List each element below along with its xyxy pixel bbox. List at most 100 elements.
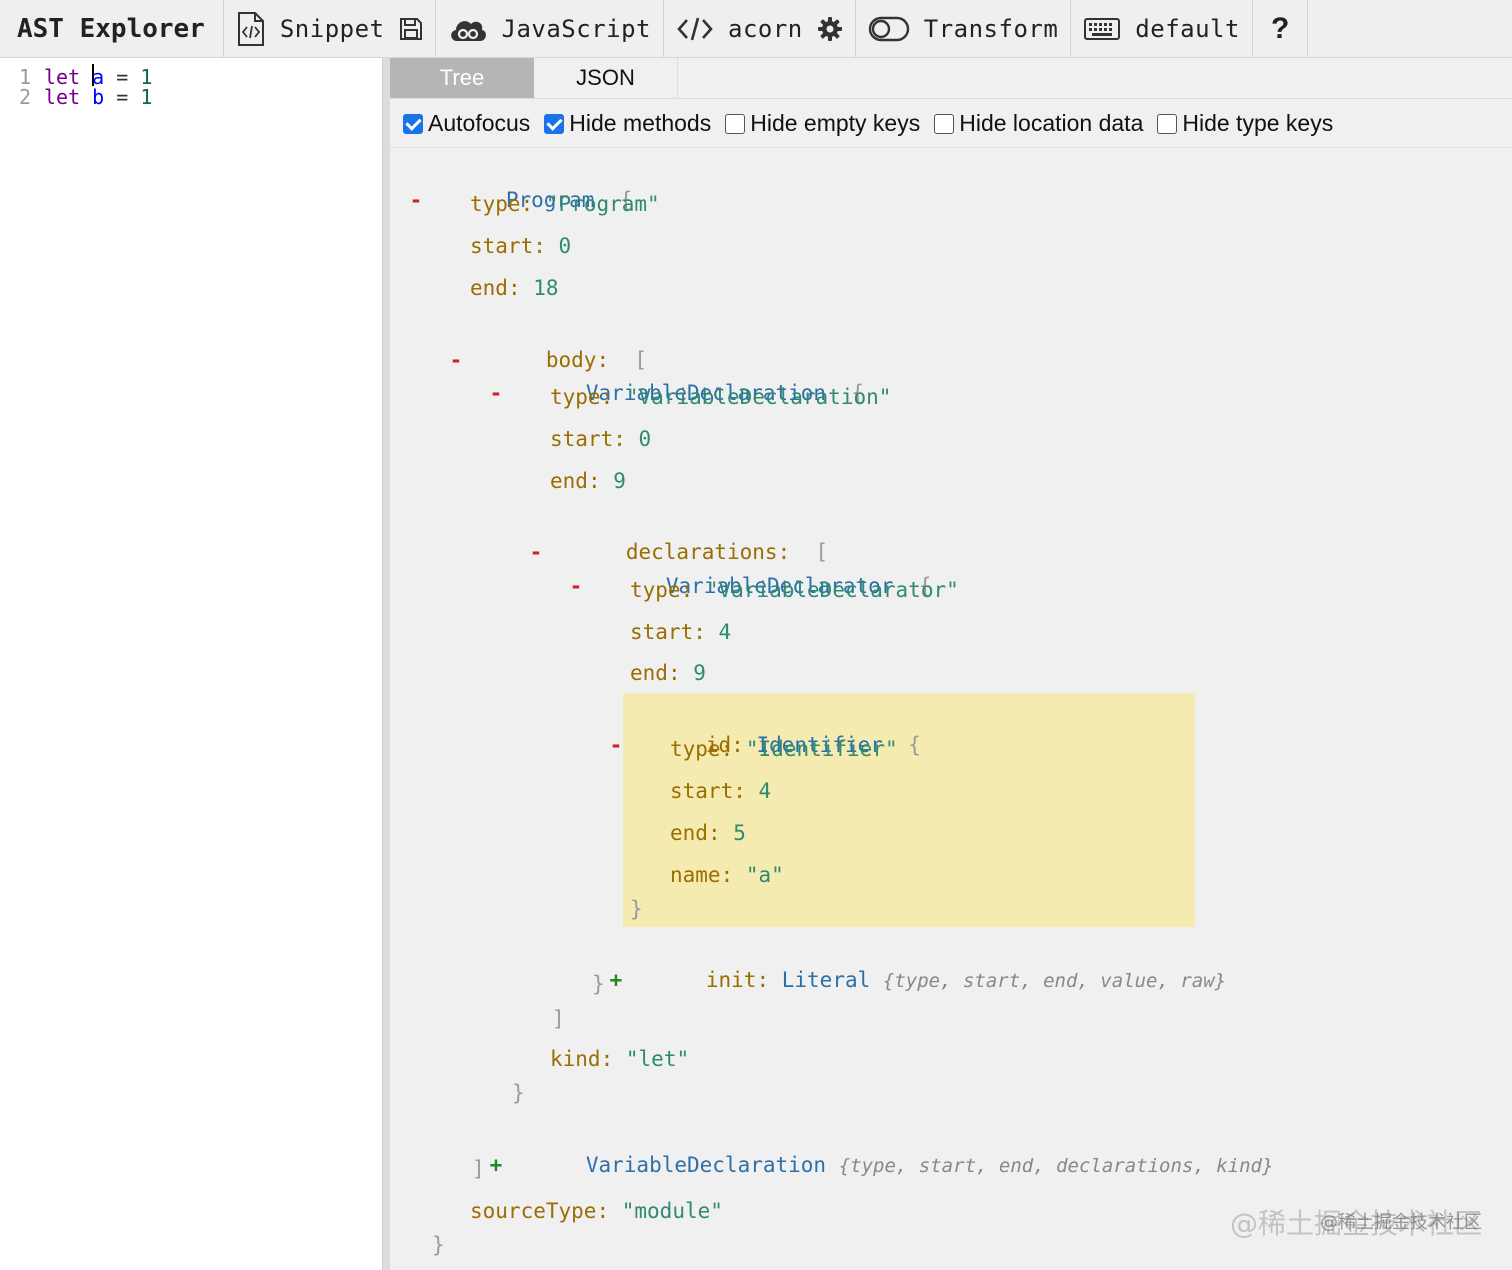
help-button[interactable]: ? — [1253, 0, 1309, 57]
watermark-text-small: @稀土掘金技术社区 — [1320, 1212, 1482, 1233]
hide-empty-keys-option[interactable]: Hide empty keys — [725, 110, 920, 137]
prop-key: end — [670, 821, 708, 845]
prop-value: 9 — [693, 661, 706, 685]
snippet-menu[interactable]: Snippet — [224, 0, 436, 57]
autofocus-checkbox[interactable] — [403, 113, 423, 134]
prop-value: "Program" — [545, 192, 660, 216]
expand-toggle[interactable]: + — [606, 965, 626, 995]
prop-key: init — [705, 968, 757, 992]
close-brace: } — [512, 1081, 525, 1105]
tree-prop-start: start: 4 — [630, 617, 731, 647]
prop-key: type — [670, 737, 721, 761]
tree-node-identifier[interactable]: - id: Identifier { — [606, 700, 921, 757]
tree-prop-start: start: 0 — [470, 231, 571, 261]
tree-prop-type: type: "Identifier" — [670, 734, 898, 764]
colon: : — [707, 821, 721, 845]
prop-value: "module" — [621, 1199, 723, 1223]
colon: : — [600, 385, 614, 409]
prop-value: 0 — [558, 234, 572, 258]
colon: : — [533, 234, 546, 258]
tree-prop-end: end: 9 — [630, 658, 706, 688]
prop-value: 18 — [533, 276, 559, 300]
prop-key: type — [630, 578, 681, 602]
prop-value: 4 — [718, 620, 732, 644]
tree-prop-end: end: 9 — [550, 466, 626, 496]
hide-methods-option[interactable]: Hide methods — [544, 110, 711, 137]
hide-type-keys-label: Hide type keys — [1182, 110, 1334, 136]
prop-value: 4 — [758, 779, 772, 803]
language-select[interactable]: JavaScript — [436, 0, 664, 57]
hide-location-data-option[interactable]: Hide location data — [934, 110, 1143, 137]
tree-prop-source-type: sourceType: "module" — [470, 1196, 723, 1226]
colon: : — [756, 968, 770, 992]
collapse-toggle[interactable]: - — [446, 345, 466, 375]
tree-options: Autofocus Hide methods Hide empty keys H… — [390, 100, 1512, 148]
tree-node-literal[interactable]: + init: Literal {type, start, end, value,… — [606, 935, 1226, 992]
tree-prop-type: type: "Program" — [470, 189, 660, 219]
code-file-icon — [236, 11, 266, 46]
tree-node-variable-declarator[interactable]: - VariableDeclarator { — [566, 541, 932, 598]
panel-resize-handle[interactable] — [382, 58, 390, 1270]
parser-label: acorn — [728, 14, 803, 43]
watermark: @稀土掘金技术社区 @稀土掘金技术社区 — [1230, 1202, 1482, 1242]
close-bracket: ] — [472, 1157, 485, 1181]
tab-tree[interactable]: Tree — [390, 58, 534, 98]
gear-icon[interactable] — [817, 16, 843, 42]
hide-type-keys-option[interactable]: Hide type keys — [1157, 110, 1333, 137]
tree-prop-type: type: "VariableDeclarator" — [630, 575, 959, 605]
colon: : — [600, 1047, 614, 1071]
collapse-toggle[interactable]: - — [606, 730, 626, 760]
colon: : — [680, 578, 694, 602]
autofocus-label: Autofocus — [428, 110, 531, 136]
app-title: AST Explorer — [0, 0, 224, 57]
code-editor[interactable]: 1 let a = 1 2 let b = 1 — [0, 58, 382, 1270]
prop-key: end — [630, 661, 668, 685]
node-name: Literal — [781, 968, 871, 992]
autofocus-option[interactable]: Autofocus — [403, 110, 530, 137]
prop-key: start — [630, 620, 694, 644]
hide-empty-keys-label: Hide empty keys — [750, 110, 921, 136]
tree-node-variable-declaration[interactable]: + VariableDeclaration {type, start, end, … — [486, 1120, 1274, 1177]
tree-prop-start: start: 0 — [550, 424, 651, 454]
tree-prop-type: type: "VariableDeclaration" — [550, 382, 891, 412]
prop-key: name — [670, 863, 721, 887]
keymap-label: default — [1135, 14, 1240, 43]
code-line[interactable]: 1 let a = 1 — [0, 58, 382, 89]
tab-json[interactable]: JSON — [534, 58, 678, 98]
collapse-toggle[interactable]: - — [566, 571, 586, 601]
prop-value: "VariableDeclarator" — [705, 578, 959, 602]
colon: : — [667, 661, 681, 685]
tree-node-body[interactable]: - body: [ — [446, 315, 647, 372]
output-tabs: Tree JSON — [390, 58, 1512, 99]
prop-key: start — [550, 427, 614, 451]
hide-location-data-label: Hide location data — [959, 110, 1144, 136]
prop-value: "Identifier" — [745, 737, 898, 761]
tree-node-variable-declaration[interactable]: - VariableDeclaration { — [486, 348, 864, 405]
prop-key: type — [470, 192, 521, 216]
tree-prop-end: end: 18 — [470, 273, 559, 303]
hide-methods-label: Hide methods — [569, 110, 712, 136]
tree-node-program[interactable]: - Program { — [406, 155, 633, 212]
collapse-toggle[interactable]: - — [526, 537, 546, 567]
colon: : — [587, 469, 601, 493]
expand-toggle[interactable]: + — [486, 1150, 506, 1180]
collapse-toggle[interactable]: - — [486, 378, 506, 408]
collapse-toggle[interactable]: - — [406, 185, 426, 215]
line-number: 1 — [18, 65, 31, 89]
hide-location-data-checkbox[interactable] — [934, 113, 955, 134]
save-icon[interactable] — [399, 17, 423, 41]
tree-prop-end: end: 5 — [670, 818, 746, 848]
keymap-select[interactable]: default — [1071, 0, 1253, 57]
hide-empty-keys-checkbox[interactable] — [725, 113, 746, 134]
hide-methods-checkbox[interactable] — [544, 113, 565, 134]
tree-node-declarations[interactable]: - declarations: [ — [526, 507, 829, 564]
hide-type-keys-checkbox[interactable] — [1157, 113, 1178, 134]
close-bracket: ] — [552, 1007, 565, 1031]
prop-key: end — [470, 276, 508, 300]
parser-select[interactable]: acorn — [664, 0, 856, 57]
code-line[interactable]: 2 let b = 1 — [0, 84, 382, 110]
prop-value: 9 — [613, 469, 626, 493]
collapsed-summary: {type, start, end, value, raw} — [882, 970, 1227, 992]
colon: : — [693, 620, 706, 644]
transform-toggle[interactable]: Transform — [856, 0, 1072, 57]
